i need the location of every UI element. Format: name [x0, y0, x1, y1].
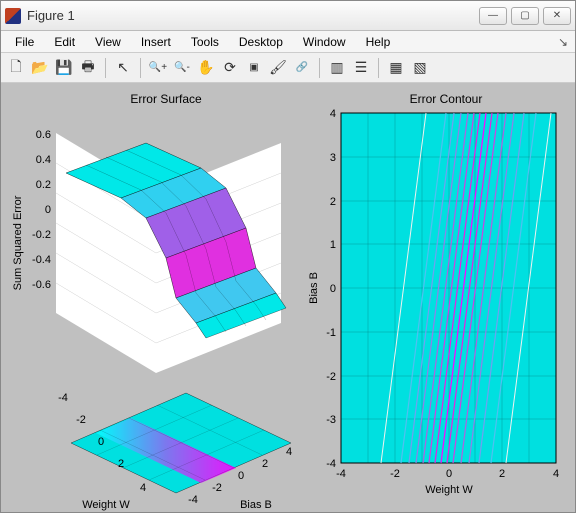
surface-zlabel: Sum Squared Error [12, 195, 24, 290]
svg-text:-2: -2 [326, 371, 336, 383]
svg-text:2: 2 [118, 458, 124, 470]
pointer-button[interactable]: ↖ [112, 57, 134, 79]
svg-text:0.2: 0.2 [36, 179, 51, 191]
menu-bar: File Edit View Insert Tools Desktop Wind… [1, 31, 575, 53]
window-buttons: — ▢ ✕ [479, 7, 571, 25]
svg-text:0: 0 [98, 436, 104, 448]
surface-xlabel: Weight W [82, 499, 130, 511]
svg-text:0: 0 [45, 204, 51, 216]
toolbar-separator [378, 58, 379, 78]
svg-text:-2: -2 [390, 468, 400, 480]
link-plot-button[interactable]: 🔗 [291, 57, 313, 79]
surface-title: Error Surface [130, 92, 202, 106]
toolbar-separator [140, 58, 141, 78]
svg-text:-0.6: -0.6 [32, 279, 51, 291]
svg-text:0.6: 0.6 [36, 129, 51, 141]
plots-svg: Error Surface [1, 83, 576, 514]
svg-text:-0.2: -0.2 [32, 229, 51, 241]
pan-button[interactable]: ✋ [195, 57, 217, 79]
contour-xlabel: Weight W [425, 484, 473, 496]
svg-text:-4: -4 [336, 468, 346, 480]
svg-text:0: 0 [446, 468, 452, 480]
open-button[interactable]: 📂 [29, 57, 51, 79]
toolbar-separator [319, 58, 320, 78]
toolbar-separator [105, 58, 106, 78]
error-contour-plot[interactable]: Error Contour [308, 92, 559, 496]
window-title: Figure 1 [27, 8, 479, 23]
svg-text:2: 2 [330, 196, 336, 208]
menu-desktop[interactable]: Desktop [229, 33, 293, 51]
menu-file[interactable]: File [5, 33, 44, 51]
dock-toggle-icon[interactable]: ↘ [555, 34, 571, 50]
svg-text:2: 2 [262, 458, 268, 470]
svg-text:4: 4 [330, 108, 336, 120]
svg-text:-3: -3 [326, 414, 336, 426]
contour-title: Error Contour [410, 92, 483, 106]
insert-colorbar-button[interactable]: ▥ [326, 57, 348, 79]
insert-legend-button[interactable]: ☰ [350, 57, 372, 79]
svg-text:-1: -1 [326, 327, 336, 339]
save-button[interactable]: 💾 [53, 57, 75, 79]
menu-insert[interactable]: Insert [131, 33, 181, 51]
svg-text:4: 4 [286, 446, 292, 458]
menu-tools[interactable]: Tools [181, 33, 229, 51]
svg-text:0: 0 [238, 470, 244, 482]
zoom-out-button[interactable]: 🔍- [171, 57, 193, 79]
svg-text:-0.4: -0.4 [32, 254, 51, 266]
menu-window[interactable]: Window [293, 33, 356, 51]
svg-text:3: 3 [330, 152, 336, 164]
print-button[interactable]: 🖶 [77, 57, 99, 79]
new-figure-button[interactable]: 🗋 [5, 57, 27, 79]
minimize-button[interactable]: — [479, 7, 507, 25]
figure-canvas[interactable]: Error Surface [1, 83, 575, 512]
svg-text:4: 4 [553, 468, 559, 480]
svg-text:-4: -4 [188, 494, 198, 506]
contour-ylabel: Bias B [308, 272, 320, 304]
svg-text:-2: -2 [212, 482, 222, 494]
toolbar: 🗋 📂 💾 🖶 ↖ 🔍+ 🔍- ✋ ⟳ ▣ 🖌 🔗 ▥ ☰ ▦ ▧ [1, 53, 575, 83]
svg-text:-4: -4 [58, 392, 68, 404]
svg-text:-2: -2 [76, 414, 86, 426]
svg-text:0: 0 [330, 283, 336, 295]
brush-button[interactable]: 🖌 [267, 57, 289, 79]
svg-text:2: 2 [499, 468, 505, 480]
surface-ylabel: Bias B [240, 499, 272, 511]
rotate-3d-button[interactable]: ⟳ [219, 57, 241, 79]
show-plot-tools-button[interactable]: ▧ [409, 57, 431, 79]
title-bar: Figure 1 — ▢ ✕ [1, 1, 575, 31]
menu-view[interactable]: View [85, 33, 131, 51]
error-surface-plot[interactable]: Error Surface [12, 92, 292, 511]
svg-text:-4: -4 [326, 458, 336, 470]
maximize-button[interactable]: ▢ [511, 7, 539, 25]
zoom-in-button[interactable]: 🔍+ [147, 57, 169, 79]
svg-text:1: 1 [330, 239, 336, 251]
close-button[interactable]: ✕ [543, 7, 571, 25]
hide-plot-tools-button[interactable]: ▦ [385, 57, 407, 79]
svg-text:4: 4 [140, 482, 146, 494]
svg-text:0.4: 0.4 [36, 154, 51, 166]
menu-edit[interactable]: Edit [44, 33, 85, 51]
matlab-icon [5, 8, 21, 24]
data-cursor-button[interactable]: ▣ [243, 57, 265, 79]
menu-help[interactable]: Help [356, 33, 401, 51]
